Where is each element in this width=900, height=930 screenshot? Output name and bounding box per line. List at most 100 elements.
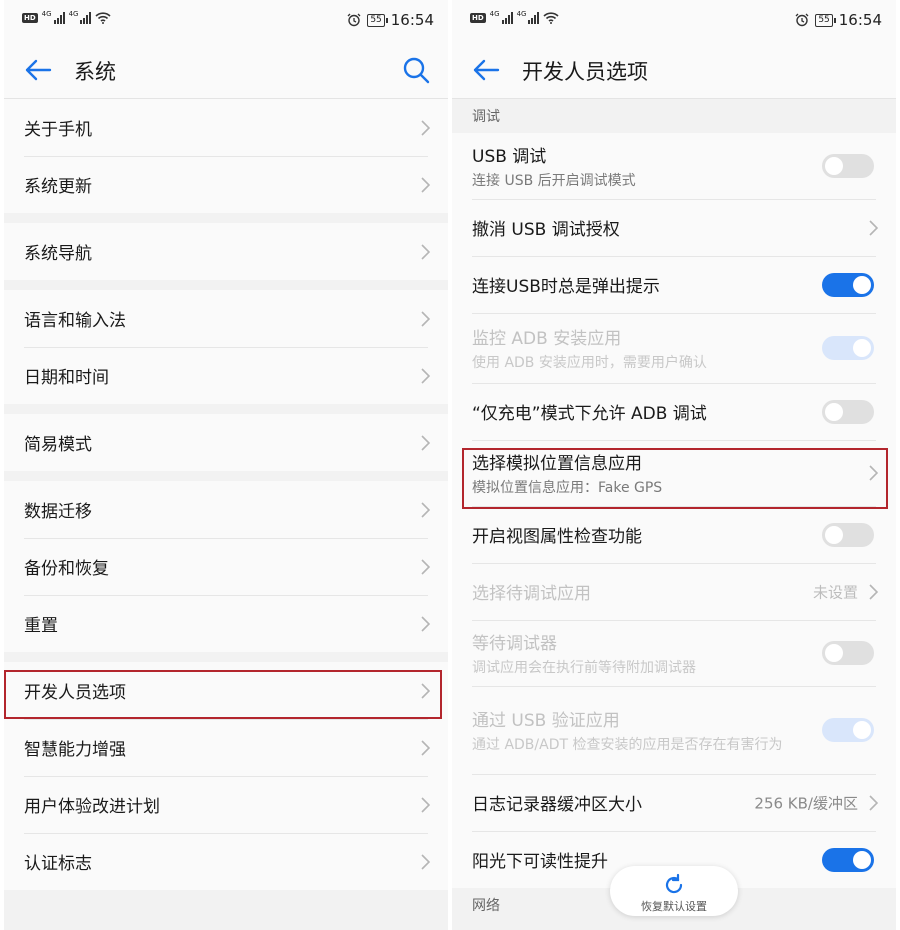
restore-defaults-button[interactable]: 恢复默认设置 bbox=[610, 866, 738, 916]
toggle-switch[interactable] bbox=[822, 399, 874, 424]
hd-badge: HD bbox=[22, 13, 38, 23]
settings-item[interactable]: 系统导航 bbox=[4, 223, 448, 280]
settings-group: 系统导航 bbox=[4, 223, 448, 280]
chevron-right-icon bbox=[421, 501, 430, 518]
toggle-knob bbox=[853, 339, 871, 357]
settings-group: 开发人员选项智慧能力增强 用户体验改进计划 认证标志 bbox=[4, 662, 448, 890]
chevron-right-icon bbox=[421, 367, 430, 384]
network-type: 4G bbox=[41, 10, 52, 18]
settings-item[interactable]: 语言和输入法 bbox=[4, 290, 448, 347]
settings-item[interactable]: 重置 bbox=[4, 595, 448, 652]
clock: 16:54 bbox=[838, 11, 882, 29]
settings-group: 简易模式 bbox=[4, 414, 448, 471]
back-arrow-icon[interactable] bbox=[24, 58, 52, 82]
option-subtitle: 使用 ADB 安装应用时，需要用户确认 bbox=[472, 355, 707, 371]
battery-icon: 55 bbox=[815, 13, 837, 27]
toggle-switch[interactable] bbox=[822, 847, 874, 872]
option-subtitle: 模拟位置信息应用：Fake GPS bbox=[472, 480, 663, 496]
developer-option-item[interactable]: 选择模拟位置信息应用 模拟位置信息应用：Fake GPS bbox=[452, 440, 896, 506]
settings-item[interactable]: 用户体验改进计划 bbox=[4, 776, 448, 833]
chevron-right-icon bbox=[421, 682, 430, 699]
option-title: USB 调试 bbox=[472, 147, 547, 167]
alarm-icon bbox=[795, 13, 809, 27]
toggle-switch bbox=[822, 641, 874, 665]
settings-item[interactable]: 系统更新 bbox=[4, 156, 448, 213]
chevron-right-icon bbox=[421, 119, 430, 136]
system-settings-screen: HD 4G 4G 55 16:54 系统 关于手机系统更新系统导航语言和输入法日… bbox=[4, 0, 448, 930]
toggle-knob bbox=[825, 525, 843, 544]
section-header-debug: 调试 bbox=[452, 99, 896, 133]
developer-options-screen: HD 4G 4G 55 16:54 开发人员选项 调试 USB 调试连接 USB… bbox=[452, 0, 896, 930]
developer-option-item[interactable]: “仅充电”模式下允许 ADB 调试 bbox=[452, 383, 896, 440]
developer-option-item: 等待调试器 调试应用会在执行前等待附加调试器 bbox=[452, 620, 896, 686]
status-bar: HD 4G 4G 55 16:54 bbox=[452, 0, 896, 42]
settings-item[interactable]: 简易模式 bbox=[4, 414, 448, 471]
toggle-knob bbox=[853, 275, 871, 294]
network-type: 4G bbox=[489, 10, 500, 18]
option-title: 选择待调试应用 bbox=[472, 584, 591, 604]
toggle-switch[interactable] bbox=[822, 154, 874, 178]
hd-badge: HD bbox=[470, 13, 486, 23]
back-arrow-icon[interactable] bbox=[472, 58, 500, 82]
debug-group: USB 调试连接 USB 后开启调试模式撤消 USB 调试授权连接USB时总是弹… bbox=[452, 133, 896, 888]
signal-icon-2 bbox=[528, 12, 540, 24]
option-value: 未设置 bbox=[812, 583, 858, 601]
option-subtitle: 连接 USB 后开启调试模式 bbox=[472, 173, 636, 189]
chevron-right-icon bbox=[421, 176, 430, 193]
toggle-knob bbox=[825, 402, 843, 421]
option-title: 等待调试器 bbox=[472, 634, 557, 654]
settings-item-label: 系统更新 bbox=[24, 177, 92, 197]
toggle-knob bbox=[825, 644, 843, 662]
chevron-right-icon bbox=[421, 310, 430, 327]
settings-item[interactable]: 智慧能力增强 bbox=[4, 719, 448, 776]
chevron-right-icon bbox=[869, 465, 878, 481]
toggle-switch[interactable] bbox=[822, 522, 874, 547]
option-title: 通过 USB 验证应用 bbox=[472, 711, 620, 731]
toggle-knob bbox=[853, 721, 871, 739]
network-type-2: 4G bbox=[516, 10, 527, 18]
settings-item[interactable]: 开发人员选项 bbox=[4, 662, 448, 719]
settings-list[interactable]: 关于手机系统更新系统导航语言和输入法日期和时间简易模式数据迁移备份和恢复重置开发… bbox=[4, 99, 448, 930]
settings-item[interactable]: 认证标志 bbox=[4, 833, 448, 890]
settings-group: 关于手机系统更新 bbox=[4, 99, 448, 213]
option-title: “仅充电”模式下允许 ADB 调试 bbox=[472, 404, 707, 424]
settings-group: 数据迁移备份和恢复重置 bbox=[4, 481, 448, 652]
option-title: 连接USB时总是弹出提示 bbox=[472, 277, 660, 297]
developer-option-item[interactable]: 连接USB时总是弹出提示 bbox=[452, 256, 896, 313]
settings-item-label: 开发人员选项 bbox=[24, 683, 126, 703]
option-title: 撤消 USB 调试授权 bbox=[472, 220, 620, 240]
developer-option-item[interactable]: 日志记录器缓冲区大小 256 KB/缓冲区 bbox=[452, 774, 896, 831]
toggle-switch bbox=[822, 336, 874, 360]
signal-icon bbox=[53, 12, 65, 24]
signal-icon-2 bbox=[80, 12, 92, 24]
toggle-knob bbox=[825, 157, 843, 175]
chevron-right-icon bbox=[869, 219, 878, 236]
settings-item[interactable]: 关于手机 bbox=[4, 99, 448, 156]
title-bar: 系统 bbox=[4, 42, 448, 99]
search-icon[interactable] bbox=[402, 56, 430, 84]
clock: 16:54 bbox=[390, 11, 434, 29]
developer-option-item[interactable]: USB 调试连接 USB 后开启调试模式 bbox=[452, 133, 896, 199]
battery-icon: 55 bbox=[367, 13, 389, 27]
settings-item-label: 简易模式 bbox=[24, 435, 92, 455]
settings-item[interactable]: 日期和时间 bbox=[4, 347, 448, 404]
toggle-switch[interactable] bbox=[822, 272, 874, 297]
option-subtitle: 通过 ADB/ADT 检查安装的应用是否存在有害行为 bbox=[472, 737, 783, 753]
page-title: 开发人员选项 bbox=[522, 60, 648, 84]
wifi-icon bbox=[543, 12, 560, 24]
developer-option-item[interactable]: 开启视图属性检查功能 bbox=[452, 506, 896, 563]
settings-group: 语言和输入法日期和时间 bbox=[4, 290, 448, 404]
settings-item-label: 备份和恢复 bbox=[24, 559, 109, 579]
refresh-icon bbox=[665, 873, 683, 894]
settings-item-label: 日期和时间 bbox=[24, 368, 109, 388]
developer-options-list[interactable]: 调试 USB 调试连接 USB 后开启调试模式撤消 USB 调试授权连接USB时… bbox=[452, 99, 896, 930]
developer-option-item[interactable]: 撤消 USB 调试授权 bbox=[452, 199, 896, 256]
settings-item[interactable]: 备份和恢复 bbox=[4, 538, 448, 595]
restore-defaults-label: 恢复默认设置 bbox=[641, 900, 707, 913]
settings-item-label: 系统导航 bbox=[24, 244, 92, 264]
settings-item[interactable]: 数据迁移 bbox=[4, 481, 448, 538]
option-title: 日志记录器缓冲区大小 bbox=[472, 795, 642, 815]
settings-item-label: 数据迁移 bbox=[24, 502, 92, 522]
page-title: 系统 bbox=[74, 60, 116, 84]
network-type-2: 4G bbox=[68, 10, 79, 18]
